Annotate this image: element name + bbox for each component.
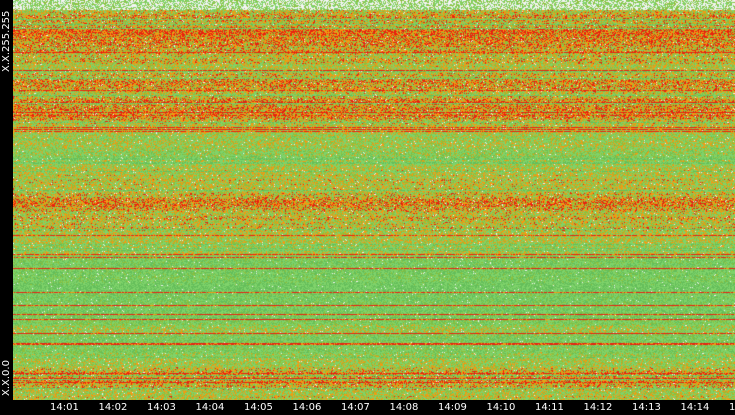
x-tick-label: 14:12 — [583, 402, 613, 413]
x-tick-label: 14:09 — [438, 402, 467, 413]
x-tick-label: 14:06 — [292, 402, 322, 413]
x-tick-label: 14:08 — [389, 402, 419, 413]
x-tick-label: 14:07 — [341, 402, 370, 413]
x-tick-label: 14:11 — [535, 402, 564, 413]
y-axis-bottom-label: X.X.0.0 — [1, 360, 12, 396]
y-axis: X.X.255.255 X.X.0.0 — [0, 0, 13, 400]
x-tick-label: 14 — [729, 402, 735, 413]
x-tick-label: 14:02 — [98, 402, 128, 413]
x-tick-label: 14:10 — [486, 402, 516, 413]
x-tick-label: 14:03 — [147, 402, 176, 413]
x-tick-label: 14:01 — [50, 402, 79, 413]
x-axis: 14:01 14:02 14:03 14:04 14:05 14:06 14:07 14:08… — [0, 400, 735, 415]
traffic-heatmap[interactable] — [13, 0, 735, 400]
y-axis-top-label: X.X.255.255 — [1, 10, 12, 72]
x-tick-label: 14:14 — [680, 402, 710, 413]
x-tick-label: 14:04 — [195, 402, 225, 413]
x-tick-label: 14:13 — [632, 402, 661, 413]
x-tick-label: 14:05 — [244, 402, 273, 413]
